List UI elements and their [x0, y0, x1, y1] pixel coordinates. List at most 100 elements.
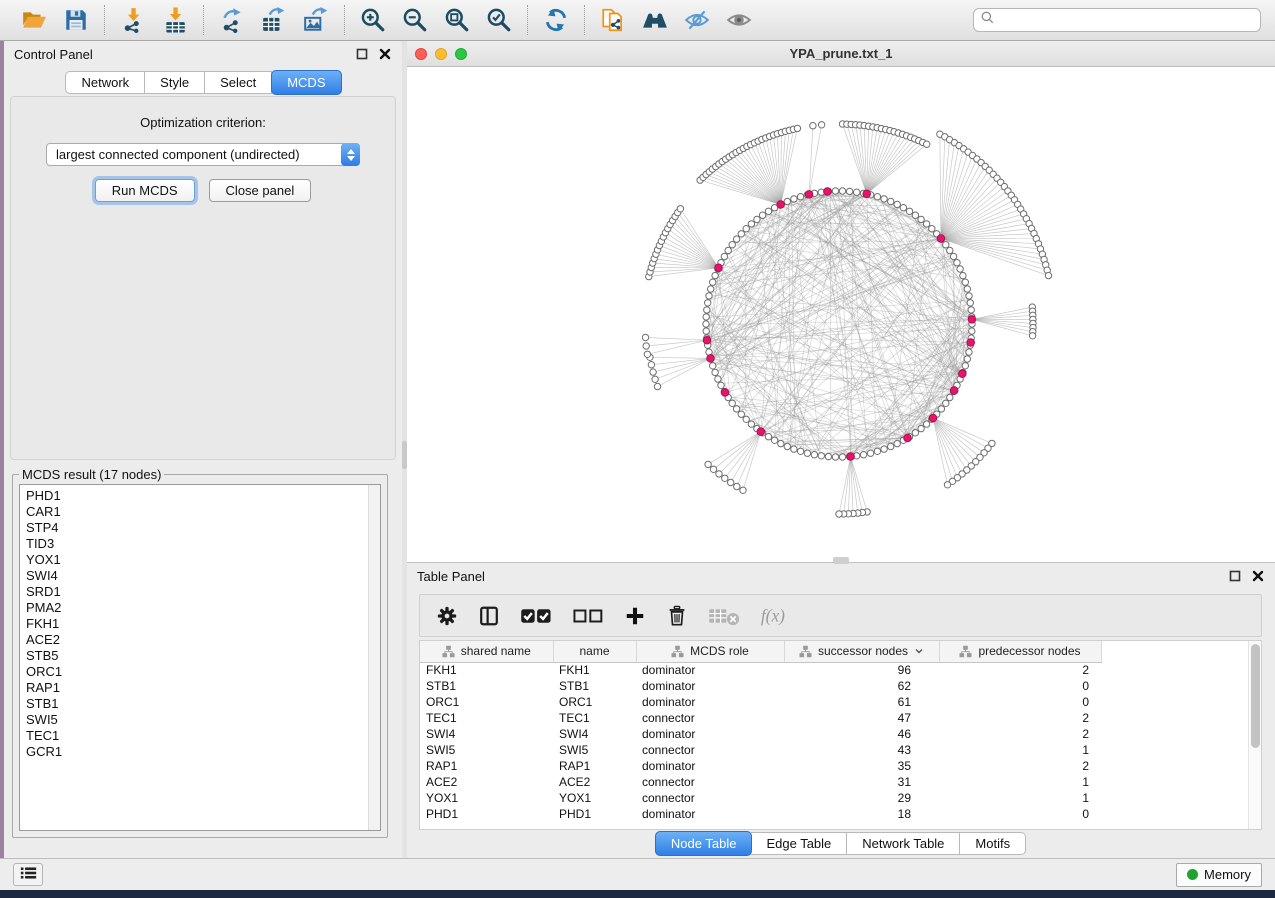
- table-cell[interactable]: PHD1: [553, 806, 636, 822]
- table-cell[interactable]: 18: [784, 806, 939, 822]
- fx-button[interactable]: f(x): [759, 605, 792, 627]
- table-row[interactable]: RAP1RAP1dominator352: [420, 758, 1101, 774]
- mcds-result-item[interactable]: SWI5: [26, 712, 380, 728]
- table-cell[interactable]: 0: [939, 694, 1101, 710]
- table-cell[interactable]: ACE2: [553, 774, 636, 790]
- run-mcds-button[interactable]: Run MCDS: [95, 179, 195, 202]
- table-cell[interactable]: 47: [784, 710, 939, 726]
- table-row[interactable]: YOX1YOX1connector291: [420, 790, 1101, 806]
- table-row[interactable]: FKH1FKH1dominator962: [420, 662, 1101, 678]
- table-cell[interactable]: 1: [939, 774, 1101, 790]
- table-cell[interactable]: 31: [784, 774, 939, 790]
- table-cell[interactable]: STB1: [420, 678, 553, 694]
- tab-network[interactable]: Network: [65, 71, 145, 94]
- table-cell[interactable]: 46: [784, 726, 939, 742]
- mcds-result-item[interactable]: SRD1: [26, 584, 380, 600]
- clone-network-button[interactable]: [595, 3, 631, 37]
- close-panel-icon-button[interactable]: [379, 48, 392, 61]
- table-cell[interactable]: connector: [636, 774, 784, 790]
- mcds-result-item[interactable]: STP4: [26, 520, 380, 536]
- table-cell[interactable]: 96: [784, 662, 939, 678]
- table-cell[interactable]: ORC1: [553, 694, 636, 710]
- table-cell[interactable]: FKH1: [553, 662, 636, 678]
- table-cell[interactable]: dominator: [636, 694, 784, 710]
- close-panel-button[interactable]: Close panel: [209, 179, 312, 202]
- import-network-button[interactable]: [115, 3, 151, 37]
- columns-button[interactable]: [478, 605, 500, 627]
- table-cell[interactable]: STB1: [553, 678, 636, 694]
- column-header-name[interactable]: name: [553, 641, 636, 662]
- export-table-button[interactable]: [256, 3, 292, 37]
- select-all-button[interactable]: [520, 605, 552, 627]
- mcds-result-item[interactable]: FKH1: [26, 616, 380, 632]
- table-cell[interactable]: SWI4: [420, 726, 553, 742]
- mcds-result-item[interactable]: TID3: [26, 536, 380, 552]
- show-panels-button[interactable]: [721, 3, 757, 37]
- table-cell[interactable]: connector: [636, 742, 784, 758]
- tab-style[interactable]: Style: [145, 71, 205, 94]
- table-cell[interactable]: ACE2: [420, 774, 553, 790]
- deselect-all-button[interactable]: [572, 605, 604, 627]
- table-cell[interactable]: dominator: [636, 678, 784, 694]
- horizontal-splitter-grip[interactable]: [833, 557, 849, 564]
- mcds-result-item[interactable]: PMA2: [26, 600, 380, 616]
- table-tab-node-table[interactable]: Node Table: [655, 831, 753, 856]
- table-cell[interactable]: 1: [939, 742, 1101, 758]
- mcds-result-item[interactable]: CAR1: [26, 504, 380, 520]
- task-history-button[interactable]: [13, 863, 43, 886]
- float-table-panel-button[interactable]: [1229, 570, 1242, 583]
- table-cell[interactable]: TEC1: [420, 710, 553, 726]
- table-cell[interactable]: 0: [939, 678, 1101, 694]
- close-table-panel-button[interactable]: [1252, 570, 1265, 583]
- mcds-result-item[interactable]: GCR1: [26, 744, 380, 760]
- table-cell[interactable]: dominator: [636, 726, 784, 742]
- table-row[interactable]: PHD1PHD1dominator180: [420, 806, 1101, 822]
- table-cell[interactable]: 62: [784, 678, 939, 694]
- search-input[interactable]: [995, 10, 1254, 30]
- column-header-shared-name[interactable]: shared name: [420, 641, 553, 662]
- mcds-result-item[interactable]: STB1: [26, 696, 380, 712]
- zoom-selected-button[interactable]: [481, 3, 517, 37]
- delete-button[interactable]: [666, 605, 688, 627]
- table-cell[interactable]: YOX1: [553, 790, 636, 806]
- table-cell[interactable]: ORC1: [420, 694, 553, 710]
- network-window-titlebar[interactable]: YPA_prune.txt_1: [407, 41, 1275, 67]
- export-image-button[interactable]: [298, 3, 334, 37]
- table-cell[interactable]: dominator: [636, 806, 784, 822]
- table-cell[interactable]: RAP1: [420, 758, 553, 774]
- table-cell[interactable]: 0: [939, 806, 1101, 822]
- mcds-result-list[interactable]: PHD1CAR1STP4TID3YOX1SWI4SRD1PMA2FKH1ACE2…: [19, 484, 381, 831]
- delete-table-button[interactable]: [708, 605, 740, 627]
- mcds-result-item[interactable]: RAP1: [26, 680, 380, 696]
- add-button[interactable]: [624, 605, 646, 627]
- table-cell[interactable]: RAP1: [553, 758, 636, 774]
- table-cell[interactable]: TEC1: [553, 710, 636, 726]
- search-network-button[interactable]: [637, 3, 673, 37]
- table-cell[interactable]: dominator: [636, 662, 784, 678]
- table-tab-edge-table[interactable]: Edge Table: [751, 832, 847, 855]
- network-graph[interactable]: [407, 67, 1275, 562]
- save-button[interactable]: [58, 3, 94, 37]
- hide-panels-button[interactable]: [679, 3, 715, 37]
- table-row[interactable]: SWI5SWI5connector431: [420, 742, 1101, 758]
- table-cell[interactable]: 29: [784, 790, 939, 806]
- table-cell[interactable]: dominator: [636, 758, 784, 774]
- open-folder-button[interactable]: [16, 3, 52, 37]
- float-panel-button[interactable]: [356, 48, 369, 61]
- zoom-in-button[interactable]: [355, 3, 391, 37]
- table-tab-motifs[interactable]: Motifs: [960, 832, 1026, 855]
- mcds-result-item[interactable]: TEC1: [26, 728, 380, 744]
- table-cell[interactable]: 2: [939, 758, 1101, 774]
- search-box[interactable]: [973, 8, 1261, 32]
- mcds-result-item[interactable]: PHD1: [26, 488, 380, 504]
- mcds-result-item[interactable]: YOX1: [26, 552, 380, 568]
- export-network-button[interactable]: [214, 3, 250, 37]
- import-table-button[interactable]: [157, 3, 193, 37]
- table-row[interactable]: ACE2ACE2connector311: [420, 774, 1101, 790]
- table-cell[interactable]: 1: [939, 790, 1101, 806]
- table-cell[interactable]: connector: [636, 710, 784, 726]
- zoom-fit-button[interactable]: [439, 3, 475, 37]
- mcds-result-item[interactable]: SWI4: [26, 568, 380, 584]
- memory-button[interactable]: Memory: [1176, 863, 1262, 887]
- table-scrollbar-thumb[interactable]: [1251, 644, 1260, 748]
